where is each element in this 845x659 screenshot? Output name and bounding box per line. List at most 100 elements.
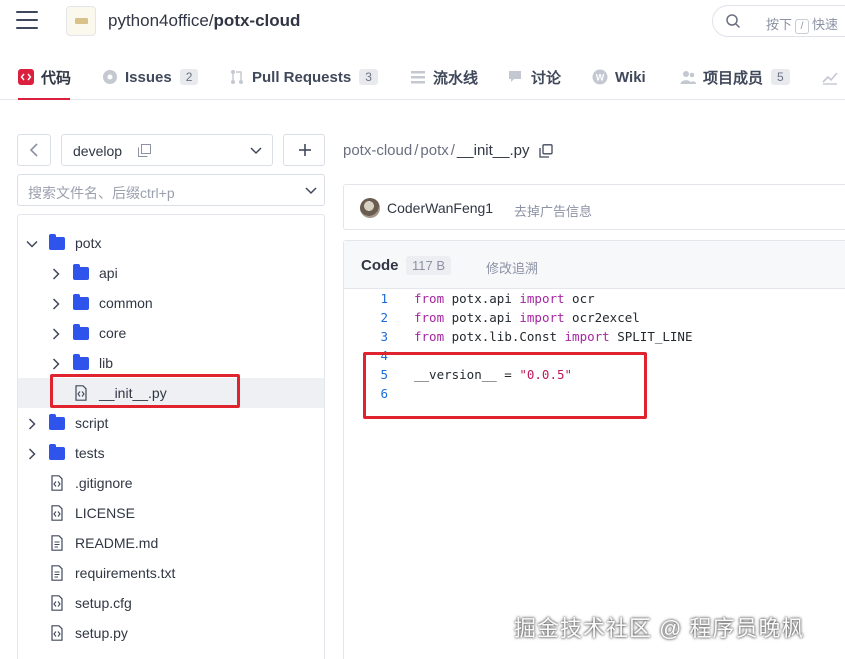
tab-issues[interactable]: Issues 2 — [102, 66, 199, 88]
pull-request-icon — [229, 69, 245, 85]
tree-item-label: api — [99, 265, 118, 281]
copy-path-icon[interactable] — [539, 143, 554, 158]
code-icon — [18, 69, 34, 85]
tab-count-badge: 2 — [179, 69, 199, 85]
copy-icon[interactable] — [138, 144, 151, 157]
code-file-icon — [49, 625, 65, 641]
chevron-right-icon[interactable] — [50, 297, 62, 310]
tab-wiki[interactable]: W Wiki — [592, 66, 646, 88]
repo-nav: 代码 Issues 2 Pull Requests 3 流水线 讨论 W Wiki 项目成员 5 — [0, 54, 845, 100]
tree-item-tests[interactable]: tests — [18, 438, 324, 468]
line-number[interactable]: 3 — [366, 329, 388, 344]
breadcrumb-file: __init__.py — [456, 142, 530, 159]
tree-item-label: setup.py — [75, 625, 128, 641]
text-file-icon — [49, 535, 65, 551]
menu-icon[interactable] — [16, 11, 38, 31]
tree-item-label: lib — [99, 355, 114, 371]
chevron-right-icon[interactable] — [26, 447, 38, 460]
tab-label: 讨论 — [531, 69, 562, 87]
search-icon — [726, 14, 741, 29]
code-tab[interactable]: Code — [361, 257, 399, 274]
tree-item-setup-py[interactable]: setup.py — [18, 618, 324, 648]
tree-item-label: requirements.txt — [75, 565, 176, 581]
tree-item-potx[interactable]: potx — [18, 228, 324, 258]
branch-select[interactable]: develop — [61, 134, 273, 166]
back-button[interactable] — [17, 134, 51, 166]
repo-title[interactable]: python4office/potx-cloud — [108, 11, 300, 31]
highlight-box — [363, 352, 647, 419]
tree-item-script[interactable]: script — [18, 408, 324, 438]
tree-item-readme-md[interactable]: README.md — [18, 528, 324, 558]
code-file-icon — [49, 505, 65, 521]
issues-icon — [102, 69, 118, 85]
shortcut-key: / — [795, 19, 810, 34]
chevron-right-icon[interactable] — [50, 327, 62, 340]
breadcrumb-repo[interactable]: potx-cloud — [343, 142, 412, 159]
code-text: from potx.api import ocr2excel — [414, 310, 640, 325]
tab-label: Issues — [125, 68, 172, 86]
avatar[interactable] — [360, 198, 380, 218]
file-search-input[interactable]: 搜索文件名、后缀ctrl+p — [17, 174, 325, 206]
tree-item-license[interactable]: LICENSE — [18, 498, 324, 528]
tree-item-requirements-txt[interactable]: requirements.txt — [18, 558, 324, 588]
folder-icon — [49, 234, 65, 251]
chart-icon — [822, 69, 838, 85]
tree-item-label: setup.cfg — [75, 595, 132, 611]
file-search-placeholder: 搜索文件名、后缀ctrl+p — [28, 185, 175, 201]
file-size-badge: 117 B — [406, 256, 452, 275]
tab-members[interactable]: 项目成员 5 — [680, 66, 790, 88]
tree-item-api[interactable]: api — [18, 258, 324, 288]
tree-item-setup-cfg[interactable]: setup.cfg — [18, 588, 324, 618]
code-file-icon — [49, 595, 65, 611]
code-text: from potx.lib.Const import SPLIT_LINE — [414, 329, 693, 344]
chevron-right-icon[interactable] — [26, 417, 38, 430]
tab-discussion[interactable]: 讨论 — [508, 66, 561, 88]
tree-item-label: .gitignore — [75, 475, 133, 491]
chevron-right-icon[interactable] — [50, 357, 62, 370]
global-search[interactable]: 按下 / 快速 — [712, 5, 845, 37]
chevron-down-icon — [250, 147, 262, 155]
top-header: python4office/potx-cloud 按下 / 快速 — [0, 0, 845, 44]
line-number[interactable]: 1 — [366, 291, 388, 306]
code-header: Code 117 B 修改追溯 — [344, 241, 845, 289]
blame-tab[interactable]: 修改追溯 — [486, 258, 538, 277]
search-hint: 按下 / 快速 — [766, 17, 839, 34]
latest-commit: CoderWanFeng1 去掉广告信息 — [343, 184, 845, 230]
members-icon — [680, 69, 696, 85]
tab-label: 项目成员 — [703, 69, 764, 87]
wiki-icon: W — [592, 69, 608, 85]
tab-statistics[interactable] — [822, 66, 845, 88]
chevron-down-icon[interactable] — [305, 186, 317, 196]
file-tree: potx api common core lib __init__.py script tes… — [17, 214, 325, 659]
line-number[interactable]: 2 — [366, 310, 388, 325]
tab-label: Pull Requests — [252, 68, 352, 86]
svg-text:W: W — [596, 73, 605, 83]
tab-pipeline[interactable]: 流水线 — [410, 66, 478, 88]
tab-count-badge: 5 — [771, 69, 790, 85]
repo-name[interactable]: potx-cloud — [214, 11, 301, 30]
repo-owner[interactable]: python4office/ — [108, 11, 214, 30]
commit-message[interactable]: 去掉广告信息 — [514, 201, 592, 220]
commit-author[interactable]: CoderWanFeng1 — [387, 200, 493, 216]
chevron-right-icon[interactable] — [50, 267, 62, 280]
tree-item-common[interactable]: common — [18, 288, 324, 318]
pipeline-icon — [410, 69, 426, 85]
breadcrumb: potx-cloud / potx / __init__.py — [343, 142, 554, 159]
folder-icon — [73, 294, 89, 311]
folder-icon — [73, 354, 89, 371]
tree-item-label: common — [99, 295, 153, 311]
repo-avatar[interactable] — [66, 6, 96, 36]
discussion-icon — [508, 69, 524, 85]
code-text: from potx.api import ocr — [414, 291, 595, 306]
tab-label: Wiki — [615, 68, 646, 86]
tab-code[interactable]: 代码 — [18, 66, 71, 88]
add-file-button[interactable] — [283, 134, 325, 166]
code-viewer: Code 117 B 修改追溯 1 from potx.api import oc… — [343, 240, 845, 659]
tab-pull-request[interactable]: Pull Requests 3 — [229, 66, 378, 88]
tab-label: 代码 — [41, 69, 72, 87]
tree-item-gitignore[interactable]: .gitignore — [18, 468, 324, 498]
chevron-down-icon[interactable] — [26, 237, 38, 249]
tree-item-core[interactable]: core — [18, 318, 324, 348]
tree-item-label: LICENSE — [75, 505, 135, 521]
breadcrumb-folder[interactable]: potx — [420, 142, 448, 159]
